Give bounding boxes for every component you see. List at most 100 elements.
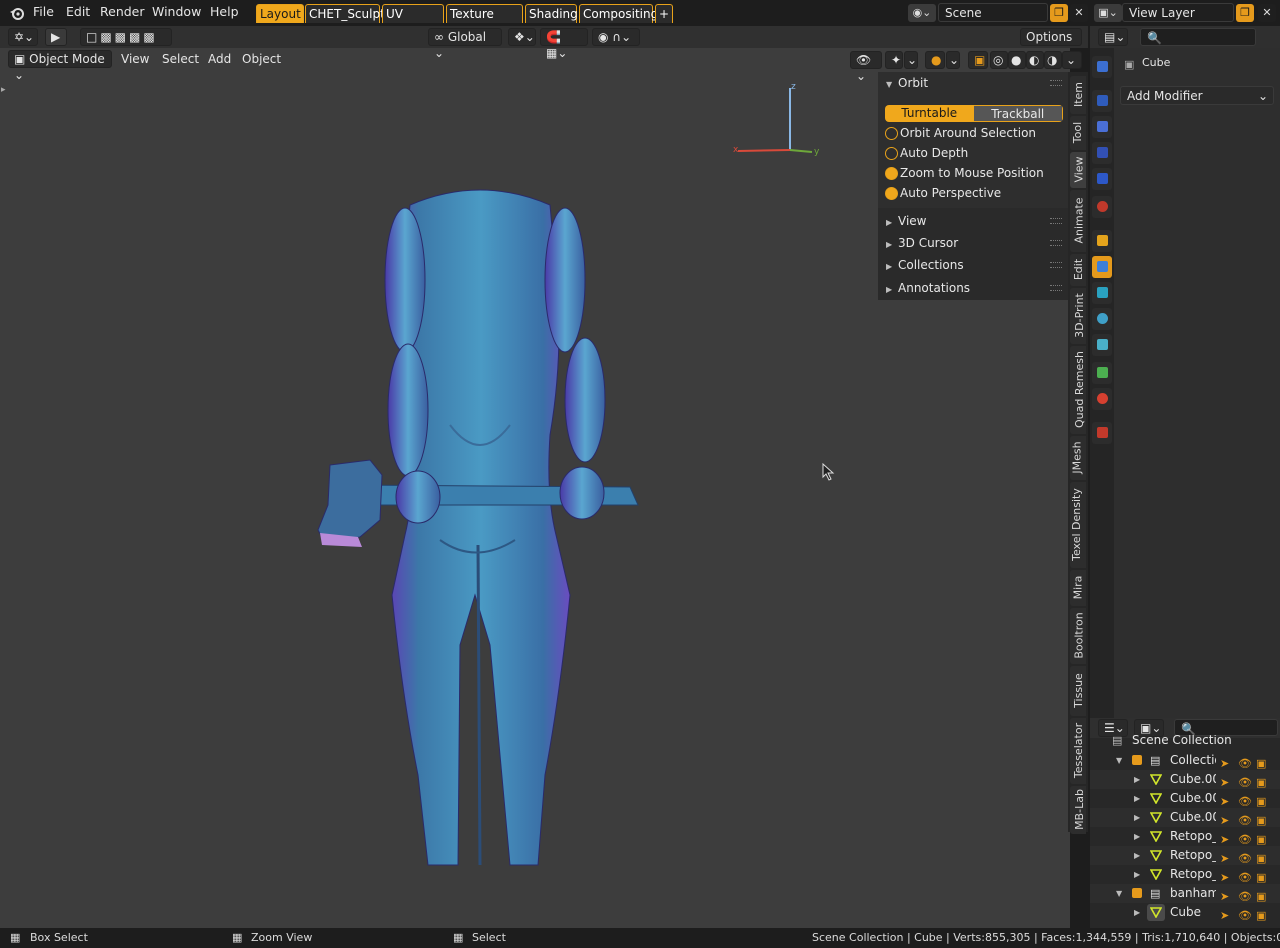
tab-edit[interactable]: Edit <box>1070 254 1086 286</box>
delete-view-layer-icon[interactable]: ✕ <box>1258 4 1276 22</box>
texture-properties-icon[interactable] <box>1092 422 1112 444</box>
overlays-dropdown-icon[interactable]: ⌄ <box>946 51 960 69</box>
menu-edit[interactable]: Edit <box>66 4 90 19</box>
transform-orientation-dropdown[interactable]: ∞ Global ⌄ <box>428 28 502 60</box>
properties-search-input[interactable]: 🔍 <box>1140 28 1256 46</box>
checkbox-icon[interactable] <box>1132 888 1142 898</box>
trackball-button[interactable]: Trackball <box>973 105 1063 122</box>
view-layer-properties-icon[interactable] <box>1092 142 1112 164</box>
physics-properties-icon[interactable] <box>1092 308 1112 330</box>
tab-uv-editing[interactable]: UV Editing <box>382 4 444 40</box>
add-modifier-dropdown[interactable]: Add Modifier ⌄ <box>1120 86 1274 105</box>
auto-perspective-checkbox[interactable] <box>885 187 898 200</box>
delete-scene-icon[interactable]: ✕ <box>1070 4 1088 22</box>
tab-compositing[interactable]: Compositing <box>579 4 658 23</box>
view-section-header[interactable]: ▶ View <box>886 214 926 228</box>
tab-tool[interactable]: Tool <box>1070 116 1086 150</box>
select-mode-icons[interactable]: □▩▩▩▩ <box>80 28 172 46</box>
scene-selector-icon[interactable]: ◉⌄ <box>908 4 936 22</box>
properties-editor-type-icon[interactable]: ▤⌄ <box>1098 28 1128 46</box>
view-layer-field[interactable]: View Layer <box>1122 3 1234 22</box>
outliner-row-cube-003[interactable]: ▶ Cube.003 ➤ 👁 ▣ <box>1090 789 1280 808</box>
orbit-section-header[interactable]: ▼ Orbit <box>886 76 928 90</box>
data-properties-icon[interactable] <box>1092 362 1112 384</box>
viewport-menu-view[interactable]: View <box>116 51 154 68</box>
modifier-properties-icon[interactable] <box>1092 256 1112 278</box>
outliner-row-retopo-1[interactable]: ▶ Retopo_1 ➤ 👁 ▣ <box>1090 846 1280 865</box>
tab-tissue[interactable]: Tissue <box>1070 666 1086 716</box>
proportional-edit-icon[interactable]: ◉ ∩⌄ <box>592 28 640 46</box>
view-layer-selector-icon[interactable]: ▣⌄ <box>1094 4 1122 22</box>
editor-type-icon[interactable]: ✡⌄ <box>8 28 38 46</box>
overlays-icon[interactable]: ● <box>925 51 945 69</box>
drag-handle-icon[interactable] <box>1050 80 1062 86</box>
tab-jmesh[interactable]: JMesh <box>1070 436 1086 480</box>
outliner-row-retopo-0[interactable]: ▶ Retopo_0 ➤ 👁 ▣ <box>1090 827 1280 846</box>
outliner-row-banham[interactable]: ▼ ▤ banham ➤ 👁 ▣ <box>1090 884 1280 903</box>
3d-cursor-section-header[interactable]: ▶ 3D Cursor <box>886 236 958 250</box>
object-properties-icon[interactable] <box>1092 230 1112 252</box>
outliner-row-retopo-2[interactable]: ▶ Retopo_2 ➤ 👁 ▣ <box>1090 865 1280 884</box>
tab-animate[interactable]: Animate <box>1070 190 1086 252</box>
turntable-button[interactable]: Turntable <box>885 105 974 122</box>
rendered-shading-icon[interactable]: ◑ <box>1044 51 1062 69</box>
tool-properties-icon[interactable] <box>1092 56 1112 78</box>
expand-icon[interactable]: ▶ <box>1134 827 1140 846</box>
expand-icon[interactable]: ▼ <box>1116 884 1122 903</box>
expand-icon[interactable]: ▶ <box>1134 903 1140 922</box>
tab-chet-sculpt[interactable]: CHET_Sculpt <box>305 4 385 23</box>
output-properties-icon[interactable] <box>1092 116 1112 138</box>
menu-window[interactable]: Window <box>152 4 201 19</box>
scene-field[interactable]: Scene <box>938 3 1048 22</box>
select-icon[interactable]: ➤ <box>1220 906 1229 925</box>
tab-shading[interactable]: Shading <box>525 4 578 23</box>
3d-model[interactable] <box>310 175 650 875</box>
tab-booltron[interactable]: Booltron <box>1070 608 1086 664</box>
scene-properties-icon[interactable] <box>1092 168 1112 190</box>
auto-depth-checkbox[interactable] <box>885 147 898 160</box>
world-properties-icon[interactable] <box>1092 196 1112 218</box>
wireframe-shading-icon[interactable]: ◎ <box>990 51 1008 69</box>
expand-icon[interactable]: ▶ <box>1134 789 1140 808</box>
axis-gizmo[interactable]: z x y <box>728 78 828 158</box>
particle-properties-icon[interactable] <box>1092 282 1112 304</box>
checkbox-icon[interactable] <box>1132 755 1142 765</box>
snap-icon[interactable]: 🧲▦⌄ <box>540 28 588 60</box>
add-workspace-button[interactable]: + <box>655 4 673 23</box>
tab-mb-lab[interactable]: MB-Lab <box>1070 786 1086 834</box>
material-properties-icon[interactable] <box>1092 388 1112 410</box>
tab-mira[interactable]: Mira <box>1070 570 1086 606</box>
tab-tesselator[interactable]: Tesselator <box>1070 718 1086 784</box>
expand-icon[interactable]: ▶ <box>1134 846 1140 865</box>
shading-dropdown-icon[interactable]: ⌄ <box>1062 51 1082 69</box>
viewport-menu-object[interactable]: Object <box>237 51 286 68</box>
outliner-row-cube-004[interactable]: ▶ Cube.004 ➤ 👁 ▣ <box>1090 808 1280 827</box>
camera-icon[interactable]: ▣ <box>1256 906 1266 925</box>
xray-icon[interactable]: ▣ <box>968 51 988 69</box>
orbit-around-selection-checkbox[interactable] <box>885 127 898 140</box>
expand-icon[interactable]: ▶ <box>1134 865 1140 884</box>
tab-view[interactable]: View <box>1070 152 1086 188</box>
tab-item[interactable]: Item <box>1070 76 1086 114</box>
gizmo-toggle-icon[interactable]: ✦ <box>885 51 903 69</box>
viewport-menu-select[interactable]: Select <box>157 51 204 68</box>
drag-handle-icon[interactable] <box>1050 285 1062 291</box>
expand-icon[interactable]: ▶ <box>1134 770 1140 789</box>
tab-3d-print[interactable]: 3D-Print <box>1070 288 1086 344</box>
viewport-menu-add[interactable]: Add <box>203 51 236 68</box>
pivot-point-icon[interactable]: ❖⌄ <box>508 28 536 46</box>
eye-icon[interactable]: 👁 <box>1238 906 1252 925</box>
tab-texel-density[interactable]: Texel Density <box>1070 482 1086 568</box>
visibility-icon[interactable]: 👁⌄ <box>850 51 882 83</box>
new-view-layer-icon[interactable]: ❐ <box>1236 4 1254 22</box>
outliner-row-cube[interactable]: ▶ Cube ➤ 👁 ▣ <box>1090 903 1280 922</box>
gizmo-dropdown-icon[interactable]: ⌄ <box>904 51 918 69</box>
expand-icon[interactable]: ▼ <box>1116 751 1122 770</box>
blender-logo-icon[interactable] <box>9 5 25 21</box>
drag-handle-icon[interactable] <box>1050 218 1062 224</box>
mode-dropdown[interactable]: ▣ Object Mode ⌄ <box>8 50 112 82</box>
collections-section-header[interactable]: ▶ Collections <box>886 258 964 272</box>
outliner-search-input[interactable]: 🔍 <box>1174 719 1278 736</box>
constraint-properties-icon[interactable] <box>1092 334 1112 356</box>
zoom-to-mouse-checkbox[interactable] <box>885 167 898 180</box>
